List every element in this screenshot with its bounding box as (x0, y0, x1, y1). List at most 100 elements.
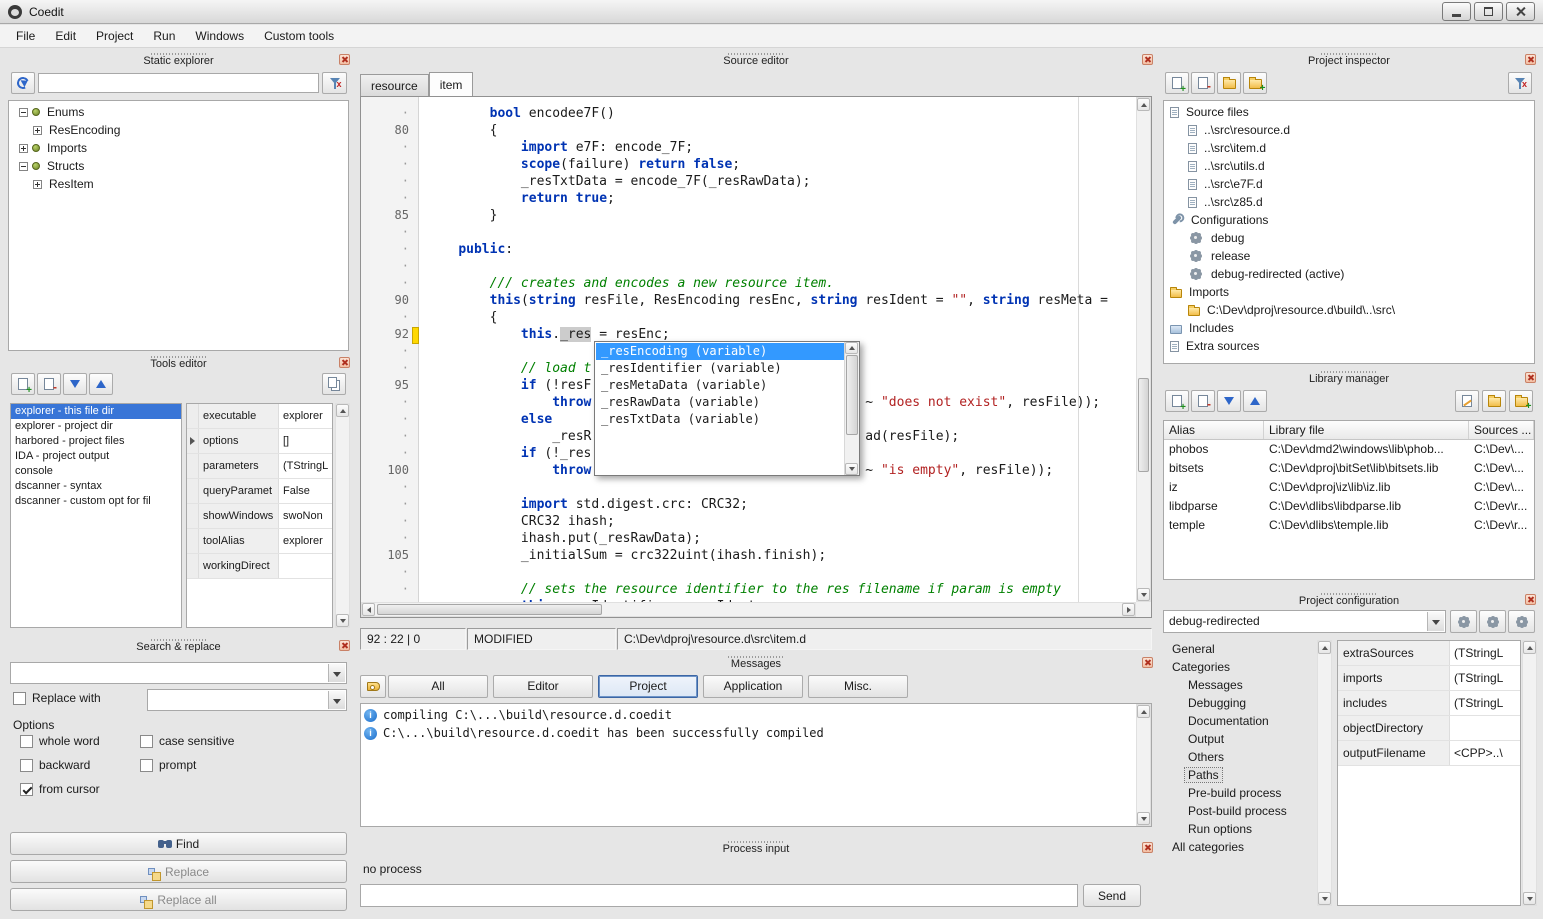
category-others[interactable]: Others (1163, 748, 1315, 766)
hscroll-thumb[interactable] (377, 604, 602, 615)
filter-misc[interactable]: Misc. (808, 675, 908, 698)
move-library-down-button[interactable] (1217, 390, 1241, 412)
tree-item-imports[interactable]: Imports (9, 139, 348, 157)
category-all-categories[interactable]: All categories (1163, 838, 1315, 856)
remove-library-button[interactable] (1191, 390, 1215, 412)
category-debugging[interactable]: Debugging (1163, 694, 1315, 712)
process-input-field[interactable] (360, 884, 1078, 907)
scroll-up-button[interactable] (1137, 98, 1150, 111)
prop-queryparamet[interactable]: False (279, 479, 332, 503)
prop-executable[interactable]: explorer (279, 404, 332, 428)
config-action-button-1[interactable] (1450, 610, 1477, 633)
prop-showwindows[interactable]: swoNon (279, 504, 332, 528)
remove-tool-button[interactable] (37, 373, 61, 395)
expander-icon[interactable] (19, 144, 28, 153)
close-panel-icon[interactable] (1142, 54, 1153, 65)
config-action-button-2[interactable] (1479, 610, 1506, 633)
prop-imports[interactable]: (TStringL (1450, 666, 1520, 690)
checkbox[interactable] (20, 735, 33, 748)
filter-project[interactable]: Project (598, 675, 698, 698)
scroll-up-button[interactable] (1137, 705, 1150, 718)
open-folder-button[interactable] (1217, 72, 1241, 94)
scroll-thumb[interactable] (846, 355, 858, 435)
config-grid-scrollbar[interactable] (1522, 640, 1537, 906)
scroll-right-button[interactable] (1122, 603, 1135, 616)
vscroll-thumb[interactable] (1138, 378, 1149, 472)
close-button[interactable] (1506, 2, 1535, 21)
tab-item[interactable]: item (429, 72, 474, 96)
inspector-item-debug[interactable]: debug (1164, 229, 1534, 247)
tool-item-harbored-project-files[interactable]: harbored - project files (11, 434, 181, 449)
add-library-folder-button[interactable] (1509, 390, 1533, 412)
menu-item-windows[interactable]: Windows (185, 26, 254, 46)
tree-item-resencoding[interactable]: ResEncoding (9, 121, 348, 139)
editor-hscrollbar[interactable] (361, 602, 1136, 617)
checkbox[interactable] (140, 735, 153, 748)
inspector-item-src-utils-d[interactable]: ..\src\utils.d (1164, 157, 1534, 175)
expander-icon[interactable] (19, 108, 28, 117)
prop-toolalias[interactable]: explorer (279, 529, 332, 553)
close-panel-icon[interactable] (339, 357, 350, 368)
option-case-sensitive[interactable]: case sensitive (140, 734, 234, 748)
move-library-up-button[interactable] (1243, 390, 1267, 412)
prop-extrasources[interactable]: (TStringL (1450, 641, 1520, 665)
send-button[interactable]: Send (1083, 884, 1141, 907)
close-panel-icon[interactable] (1525, 54, 1536, 65)
tool-item-dscanner-syntax[interactable]: dscanner - syntax (11, 479, 181, 494)
library-row[interactable]: phobosC:\Dev\dmd2\windows\lib\phob...C:\… (1164, 440, 1534, 459)
library-row[interactable]: izC:\Dev\dproj\iz\lib\iz.libC:\Dev\... (1164, 478, 1534, 497)
prop-includes[interactable]: (TStringL (1450, 691, 1520, 715)
expander-icon[interactable] (19, 162, 28, 171)
category-post-build-process[interactable]: Post-build process (1163, 802, 1315, 820)
message-item[interactable]: iC:\...\build\resource.d.coedit has been… (361, 724, 1136, 742)
configuration-combo[interactable]: debug-redirected (1163, 610, 1446, 633)
editor-vscrollbar[interactable] (1136, 97, 1151, 602)
find-button[interactable]: Find (10, 832, 347, 855)
completion-item-resrawdata-variable[interactable]: _resRawData (variable) (596, 394, 844, 411)
tools-grid-scrollbar[interactable] (335, 403, 350, 628)
category-documentation[interactable]: Documentation (1163, 712, 1315, 730)
scroll-down-button[interactable] (845, 463, 858, 475)
scroll-down-button[interactable] (336, 614, 349, 627)
close-panel-icon[interactable] (1525, 594, 1536, 605)
library-row[interactable]: bitsetsC:\Dev\dproj\bitSet\lib\bitsets.l… (1164, 459, 1534, 478)
add-source-button[interactable] (1165, 72, 1189, 94)
categories-scrollbar[interactable] (1317, 640, 1332, 906)
inspector-item-src-item-d[interactable]: ..\src\item.d (1164, 139, 1534, 157)
prop-options[interactable]: [] (279, 429, 332, 453)
option-prompt[interactable]: prompt (140, 758, 196, 772)
prop-parameters[interactable]: (TStringL (279, 454, 332, 478)
library-row[interactable]: libdparseC:\Dev\dlibs\libdparse.libC:\De… (1164, 497, 1534, 516)
close-panel-icon[interactable] (1142, 842, 1153, 853)
symbol-search-input[interactable] (38, 73, 319, 93)
checkbox[interactable] (20, 783, 33, 796)
editor-frame[interactable]: bool encodee7F()80 { import e7F: encode_… (360, 96, 1152, 618)
inspector-item-src-e7f-d[interactable]: ..\src\e7F.d (1164, 175, 1534, 193)
tab-resource[interactable]: resource (360, 74, 429, 96)
scroll-down-button[interactable] (1137, 588, 1150, 601)
prop-objectdirectory[interactable] (1450, 716, 1520, 740)
add-library-button[interactable] (1165, 390, 1189, 412)
scroll-down-button[interactable] (1137, 812, 1150, 825)
scroll-up-button[interactable] (1523, 641, 1536, 654)
column-header-library-file[interactable]: Library file (1264, 421, 1469, 439)
menu-item-custom-tools[interactable]: Custom tools (254, 26, 344, 46)
tool-item-explorer-project-dir[interactable]: explorer - project dir (11, 419, 181, 434)
scroll-up-button[interactable] (1318, 641, 1331, 654)
category-messages[interactable]: Messages (1163, 676, 1315, 694)
filter-files-button[interactable] (1508, 72, 1532, 94)
scroll-down-button[interactable] (1318, 892, 1331, 905)
minimize-button[interactable] (1442, 2, 1471, 21)
category-paths[interactable]: Paths (1163, 766, 1315, 784)
menu-item-file[interactable]: File (6, 26, 45, 46)
open-library-folder-button[interactable] (1482, 390, 1506, 412)
close-panel-icon[interactable] (1525, 372, 1536, 383)
completion-item-resmetadata-variable[interactable]: _resMetaData (variable) (596, 377, 844, 394)
completion-item-restxtdata-variable[interactable]: _resTxtData (variable) (596, 411, 844, 428)
expander-icon[interactable] (33, 180, 42, 189)
inspector-item-c-dev-dproj-resource-d-build-src[interactable]: C:\Dev\dproj\resource.d\build\..\src\ (1164, 301, 1534, 319)
remove-source-button[interactable] (1191, 72, 1215, 94)
prop-outputfilename[interactable]: <CPP>..\ (1450, 741, 1520, 765)
move-tool-up-button[interactable] (89, 373, 113, 395)
close-panel-icon[interactable] (339, 54, 350, 65)
